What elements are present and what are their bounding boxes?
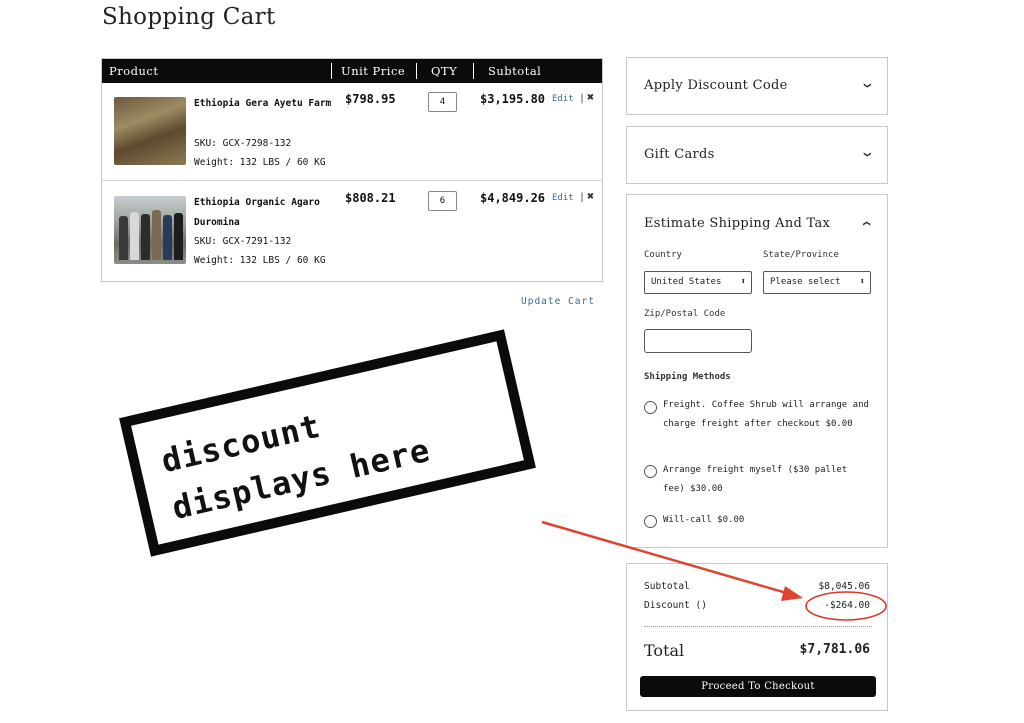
annotation-circle (805, 591, 887, 621)
annotation-arrow-line (541, 520, 791, 596)
annotation-arrow-layer (541, 520, 887, 621)
annotation-arrowhead (781, 586, 803, 601)
